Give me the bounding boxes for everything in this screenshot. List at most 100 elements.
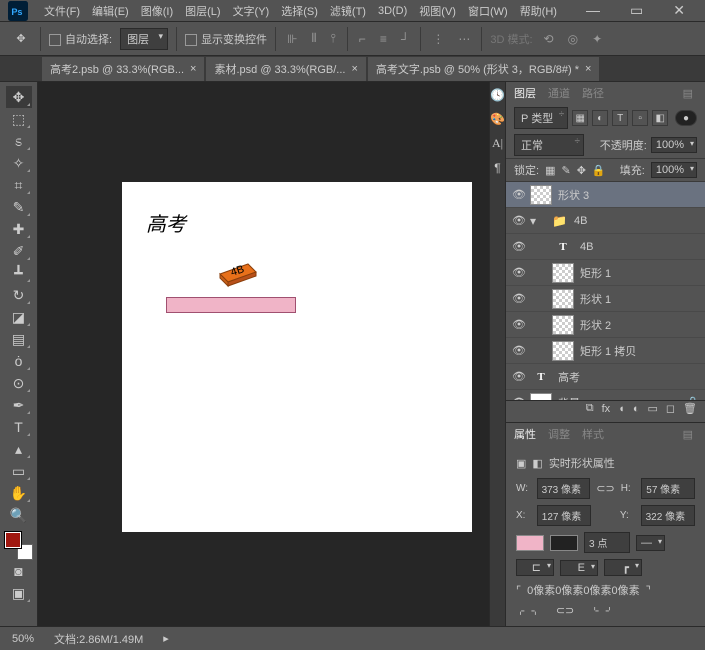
brush-tool[interactable]: ✐ [6, 240, 32, 262]
document-tab[interactable]: 素材.psd @ 33.3%(RGB/...× [206, 57, 365, 81]
lock-transparent-icon[interactable]: ▦ [545, 164, 555, 177]
opacity-input[interactable]: 100% [651, 137, 697, 153]
color-swatches[interactable] [5, 532, 33, 560]
threed-icon[interactable]: ⟲ [541, 32, 557, 46]
menu-image[interactable]: 图像(I) [135, 3, 179, 19]
zoom-level[interactable]: 50% [12, 633, 34, 645]
corner-br-icon[interactable]: ⌏ [605, 604, 614, 617]
corner-tr-icon[interactable]: ⌍ [531, 604, 540, 617]
visibility-toggle-icon[interactable]: 👁 [512, 292, 524, 305]
channels-tab[interactable]: 通道 [548, 85, 570, 101]
stroke-align-dropdown[interactable]: ⊏ [516, 559, 554, 576]
marquee-tool[interactable]: ⬚ [6, 108, 32, 130]
rectangle-tool[interactable]: ▭ [6, 460, 32, 482]
fill-input[interactable]: 100% [651, 162, 697, 178]
lock-image-icon[interactable]: ✎ [561, 164, 570, 177]
threed-icon[interactable]: ✦ [589, 32, 605, 46]
hand-tool[interactable]: ✋ [6, 482, 32, 504]
dodge-tool[interactable]: ⊙ [6, 372, 32, 394]
stroke-corner-dropdown[interactable]: ┏ [604, 559, 642, 576]
menu-window[interactable]: 窗口(W) [462, 3, 514, 19]
menu-file[interactable]: 文件(F) [38, 3, 86, 19]
menu-3d[interactable]: 3D(D) [372, 5, 413, 17]
layers-tab[interactable]: 图层 [514, 85, 536, 101]
layer-name[interactable]: 矩形 1 [580, 265, 611, 281]
lock-position-icon[interactable]: ✥ [577, 164, 586, 177]
threed-icon[interactable]: ◎ [565, 32, 581, 46]
close-tab-icon[interactable]: × [585, 63, 591, 75]
close-tab-icon[interactable]: × [190, 63, 196, 75]
layer-name[interactable]: 形状 3 [558, 187, 589, 203]
menu-help[interactable]: 帮助(H) [514, 3, 563, 19]
layer-name[interactable]: 高考 [558, 369, 580, 385]
menu-layer[interactable]: 图层(L) [179, 3, 226, 19]
delete-layer-icon[interactable]: 🗑 [683, 402, 697, 415]
layer-name[interactable]: 形状 2 [580, 317, 611, 333]
close-tab-icon[interactable]: × [351, 63, 357, 75]
layer-name[interactable]: 形状 1 [580, 291, 611, 307]
eyedropper-tool[interactable]: ✎ [6, 196, 32, 218]
visibility-toggle-icon[interactable]: 👁 [512, 240, 524, 253]
layer-name[interactable]: 4B [580, 241, 593, 253]
stroke-type-dropdown[interactable]: — [636, 535, 665, 551]
height-input[interactable]: 57 像素 [641, 478, 695, 499]
chevron-right-icon[interactable]: ▸ [163, 632, 169, 645]
show-transform-checkbox[interactable]: 显示变换控件 [185, 31, 267, 47]
x-input[interactable]: 127 像素 [537, 505, 591, 526]
filter-adjustment-icon[interactable]: ◐ [592, 110, 608, 126]
gradient-tool[interactable]: ▤ [6, 328, 32, 350]
filter-smart-icon[interactable]: ◧ [652, 110, 668, 126]
move-tool[interactable]: ✥ [6, 86, 32, 108]
width-input[interactable]: 373 像素 [537, 478, 591, 499]
distribute-icon[interactable]: ⋮ [429, 32, 447, 46]
layer-mask-icon[interactable]: ◖ [618, 403, 625, 415]
panel-menu-icon[interactable]: ▤ [683, 87, 697, 100]
corner-tl-icon[interactable]: ⌌ [516, 604, 525, 617]
document-tab[interactable]: 高考2.psb @ 33.3%(RGB...× [42, 57, 204, 81]
blur-tool[interactable]: ȯ [6, 350, 32, 372]
layer-row[interactable]: 👁形状 3 [506, 182, 705, 208]
y-input[interactable]: 322 像素 [641, 505, 695, 526]
auto-select-target-dropdown[interactable]: 图层 [120, 28, 168, 50]
layer-row[interactable]: 👁 形状 2 [506, 312, 705, 338]
close-icon[interactable]: ✕ [667, 2, 691, 19]
history-brush-tool[interactable]: ↻ [6, 284, 32, 306]
visibility-toggle-icon[interactable]: 👁 [512, 214, 524, 227]
corner-bl-icon[interactable]: ⌎ [590, 604, 599, 617]
visibility-toggle-icon[interactable]: 👁 [512, 318, 524, 331]
link-corners-icon[interactable]: ⊂⊃ [556, 604, 574, 617]
crop-tool[interactable]: ⌗ [6, 174, 32, 196]
healing-tool[interactable]: ✚ [6, 218, 32, 240]
new-fill-icon[interactable]: ◐ [633, 403, 640, 415]
document-tab[interactable]: 高考文字.psb @ 50% (形状 3，RGB/8#) *× [368, 57, 600, 81]
menu-filter[interactable]: 滤镜(T) [324, 3, 372, 19]
new-group-icon[interactable]: ▭ [647, 402, 657, 415]
link-wh-icon[interactable]: ⊂⊃ [596, 482, 614, 495]
align-icon[interactable]: ⫯ [328, 31, 339, 46]
panel-menu-icon[interactable]: ▤ [683, 428, 697, 441]
paragraph-panel-icon[interactable]: ¶ [494, 161, 500, 175]
stroke-width-input[interactable]: 3 点 [584, 532, 630, 553]
magic-wand-tool[interactable]: ✧ [6, 152, 32, 174]
properties-tab[interactable]: 属性 [514, 426, 536, 442]
zoom-tool[interactable]: 🔍 [6, 504, 32, 526]
align-icon[interactable]: ⊪ [284, 32, 300, 46]
styles-tab[interactable]: 样式 [582, 426, 604, 442]
path-selection-tool[interactable]: ▴ [6, 438, 32, 460]
maximize-icon[interactable]: ▭ [624, 2, 649, 19]
distribute-icon[interactable]: ⋯ [455, 32, 473, 46]
menu-type[interactable]: 文字(Y) [227, 3, 276, 19]
filter-pixel-icon[interactable]: ▦ [572, 110, 588, 126]
auto-select-checkbox[interactable]: 自动选择: [49, 31, 112, 47]
filter-shape-icon[interactable]: ▫ [632, 110, 648, 126]
eraser-tool[interactable]: ◪ [6, 306, 32, 328]
layer-row[interactable]: 👁背景🔒 [506, 390, 705, 400]
layer-row[interactable]: 👁T4B [506, 234, 705, 260]
minimize-icon[interactable]: ― [580, 2, 606, 19]
chevron-down-icon[interactable]: ▾ [530, 214, 546, 228]
actions-panel-icon[interactable]: 🎨 [490, 112, 505, 126]
canvas-area[interactable]: 高考 4B [38, 82, 489, 626]
link-layers-icon[interactable]: ⧉ [586, 402, 594, 415]
align-icon[interactable]: ⫴ [309, 31, 320, 46]
clone-stamp-tool[interactable]: ┻ [6, 262, 32, 284]
